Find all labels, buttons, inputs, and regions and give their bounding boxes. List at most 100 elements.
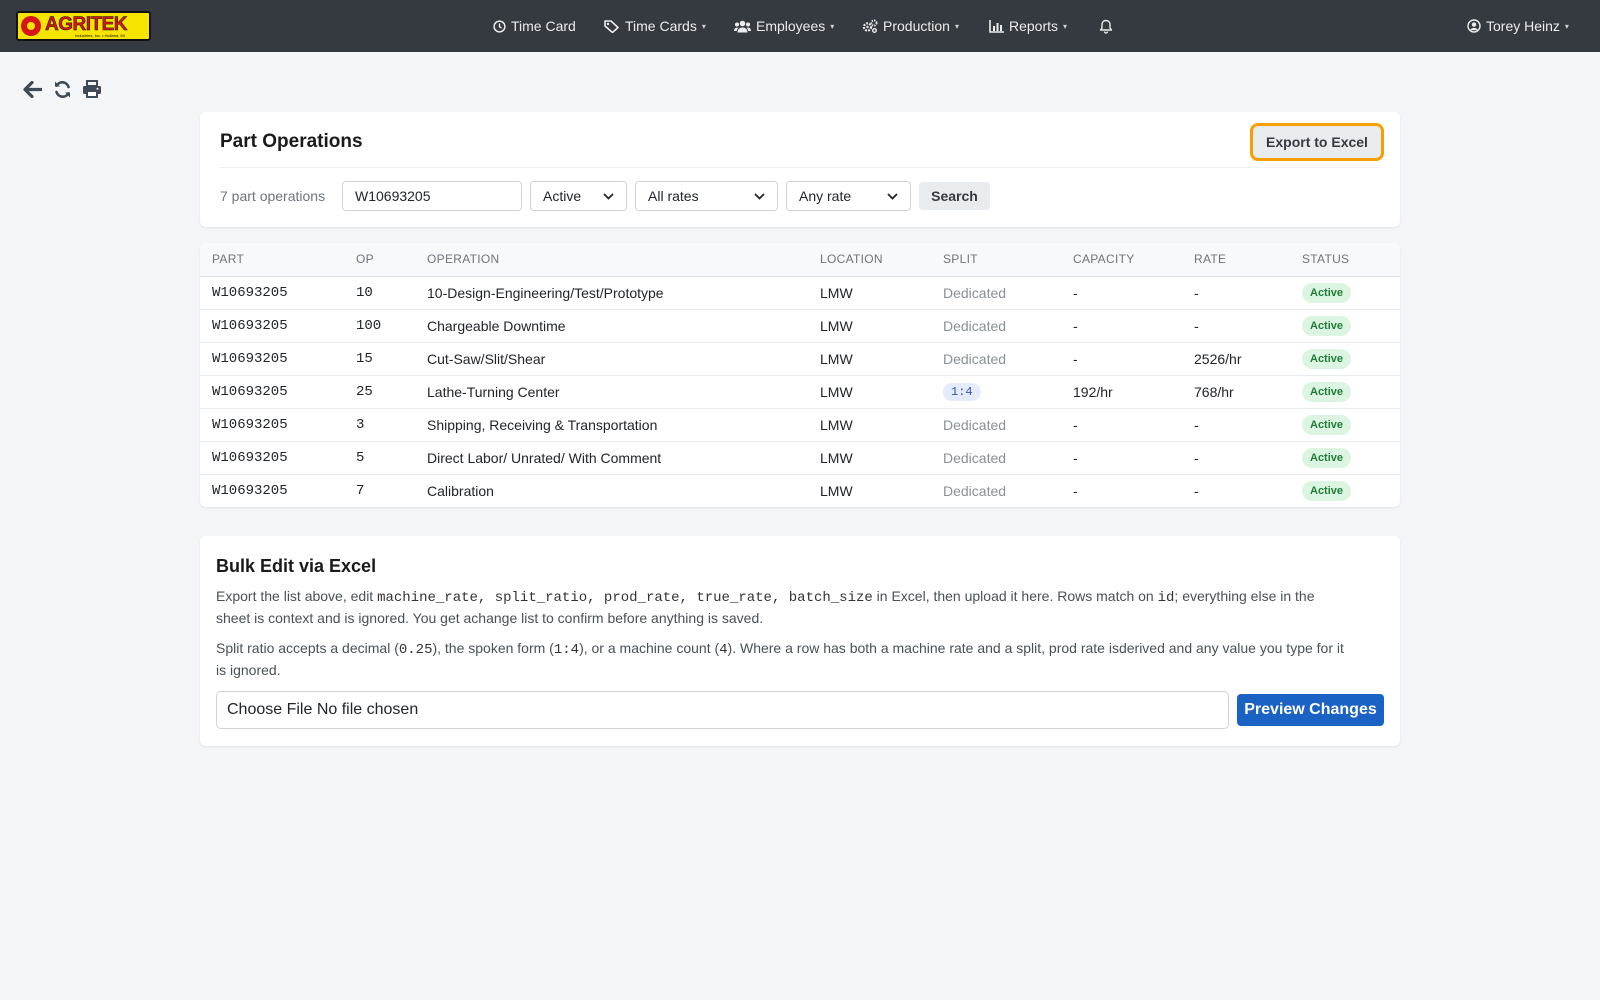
column-header[interactable]: CAPACITY <box>1061 243 1182 277</box>
users-icon <box>734 20 751 32</box>
chevron-down-icon: ▾ <box>1063 21 1068 31</box>
nav-reports-label: Reports <box>1009 18 1059 34</box>
column-header[interactable]: OPERATION <box>415 243 808 277</box>
page-actions <box>22 79 102 99</box>
part-search-value: W10693205 <box>355 188 431 204</box>
table-row[interactable]: W10693205 10 10-Design-Engineering/Test/… <box>200 276 1400 309</box>
op-cell: 5 <box>356 449 365 466</box>
rate-filter-value: Any rate <box>799 188 852 204</box>
part-search-input[interactable]: W10693205 <box>342 181 522 211</box>
table-row[interactable]: W10693205 25 Lathe-Turning Center LMW 1:… <box>200 375 1400 408</box>
notifications-button[interactable] <box>1099 0 1118 52</box>
rates-filter-select[interactable]: All rates <box>635 181 778 211</box>
user-name: Torey Heinz <box>1486 18 1560 34</box>
nav-time-card-label: Time Card <box>511 18 576 34</box>
chevron-down-icon: ▾ <box>830 21 835 31</box>
op-cell: 3 <box>356 416 365 433</box>
capacity-cell: - <box>1073 449 1078 466</box>
nav-production-label: Production <box>883 18 950 34</box>
column-header[interactable]: SPLIT <box>931 243 1061 277</box>
nav-time-card[interactable]: Time Card <box>493 0 576 52</box>
rate-cell: - <box>1194 482 1199 499</box>
status-filter-value: Active <box>543 188 582 204</box>
gears-icon <box>862 19 878 33</box>
part-operations-table: PART OP OPERATION LOCATION SPLIT CAPACIT… <box>200 243 1400 507</box>
part-cell: W10693205 <box>212 482 288 499</box>
search-button[interactable]: Search <box>919 182 990 210</box>
preview-changes-button[interactable]: Preview Changes <box>1237 694 1384 726</box>
user-circle-icon <box>1467 19 1481 33</box>
nav-production[interactable]: Production ▾ <box>862 0 959 52</box>
refresh-icon[interactable] <box>52 79 72 99</box>
bulk-edit-card: Bulk Edit via Excel Export the list abov… <box>200 536 1400 746</box>
file-upload-input[interactable]: Choose File No file chosen <box>216 691 1229 729</box>
page-title: Part Operations <box>220 131 363 152</box>
column-header[interactable]: LOCATION <box>808 243 931 277</box>
location-cell: LMW <box>820 350 853 367</box>
editable-columns-code: machine_rate, split_ratio, prod_rate, tr… <box>377 590 873 606</box>
header-divider <box>220 167 1380 168</box>
capacity-cell: - <box>1073 350 1078 367</box>
column-header[interactable]: RATE <box>1182 243 1290 277</box>
nav-reports[interactable]: Reports ▾ <box>989 0 1067 52</box>
chevron-down-icon <box>887 192 898 200</box>
status-badge: Active <box>1302 447 1352 468</box>
ratio-code: 1:4 <box>553 642 580 658</box>
back-arrow-icon[interactable] <box>22 79 42 99</box>
user-menu[interactable]: Torey Heinz ▾ <box>1467 0 1569 52</box>
location-cell: LMW <box>820 317 853 334</box>
bulk-edit-title: Bulk Edit via Excel <box>216 556 377 576</box>
column-header[interactable]: STATUS <box>1290 243 1400 277</box>
operation-cell: Direct Labor/ Unrated/ With Comment <box>427 449 662 466</box>
export-to-excel-button[interactable]: Export to Excel <box>1250 123 1384 161</box>
column-header[interactable]: PART <box>200 243 344 277</box>
chart-icon <box>989 19 1004 33</box>
rate-filter-select[interactable]: Any rate <box>786 181 911 211</box>
status-badge: Active <box>1302 282 1352 303</box>
decimal-code: 0.25 <box>398 642 433 658</box>
status-badge: Active <box>1302 348 1352 369</box>
nav-time-cards-label: Time Cards <box>625 18 697 34</box>
table-header-row: PART OP OPERATION LOCATION SPLIT CAPACIT… <box>200 243 1400 277</box>
nav-time-cards[interactable]: Time Cards ▾ <box>604 0 706 52</box>
split-cell: Dedicated <box>943 449 1007 466</box>
part-cell: W10693205 <box>212 383 288 400</box>
chevron-down-icon <box>603 192 614 200</box>
status-cell: Active <box>1290 408 1400 441</box>
table-row[interactable]: W10693205 100 Chargeable Downtime LMW De… <box>200 309 1400 342</box>
split-cell: Dedicated <box>943 350 1007 367</box>
status-badge: Active <box>1302 315 1352 336</box>
status-cell: Active <box>1290 441 1400 474</box>
tag-icon <box>604 19 619 33</box>
part-cell: W10693205 <box>212 284 288 301</box>
location-cell: LMW <box>820 416 853 433</box>
op-cell: 25 <box>356 383 373 400</box>
status-cell: Active <box>1290 309 1400 342</box>
status-filter-select[interactable]: Active <box>530 181 627 211</box>
part-operations-table-card: PART OP OPERATION LOCATION SPLIT CAPACIT… <box>200 243 1400 507</box>
rate-cell: - <box>1194 416 1199 433</box>
status-cell: Active <box>1290 342 1400 375</box>
location-cell: LMW <box>820 482 853 499</box>
status-badge: Active <box>1302 414 1352 435</box>
op-cell: 100 <box>356 317 382 334</box>
table-row[interactable]: W10693205 3 Shipping, Receiving & Transp… <box>200 408 1400 441</box>
operation-cell: Shipping, Receiving & Transportation <box>427 416 658 433</box>
print-icon[interactable] <box>82 79 102 99</box>
chevron-down-icon: ▾ <box>1564 21 1569 31</box>
part-cell: W10693205 <box>212 350 288 367</box>
top-navbar: AGRITEK Industries, Inc. • Holland, MI T… <box>0 0 1600 52</box>
chevron-down-icon: ▾ <box>954 21 959 31</box>
table-row[interactable]: W10693205 7 Calibration LMW Dedicated - … <box>200 474 1400 507</box>
nav-employees[interactable]: Employees ▾ <box>734 0 834 52</box>
capacity-cell: - <box>1073 284 1078 301</box>
status-cell: Active <box>1290 474 1400 507</box>
part-cell: W10693205 <box>212 449 288 466</box>
table-row[interactable]: W10693205 5 Direct Labor/ Unrated/ With … <box>200 441 1400 474</box>
table-row[interactable]: W10693205 15 Cut-Saw/Slit/Shear LMW Dedi… <box>200 342 1400 375</box>
column-header[interactable]: OP <box>344 243 415 277</box>
rates-filter-value: All rates <box>648 188 699 204</box>
bulk-edit-instructions: Export the list above, edit machine_rate… <box>216 586 1346 628</box>
split-cell: Dedicated <box>943 284 1007 301</box>
nav-employees-label: Employees <box>756 18 826 34</box>
